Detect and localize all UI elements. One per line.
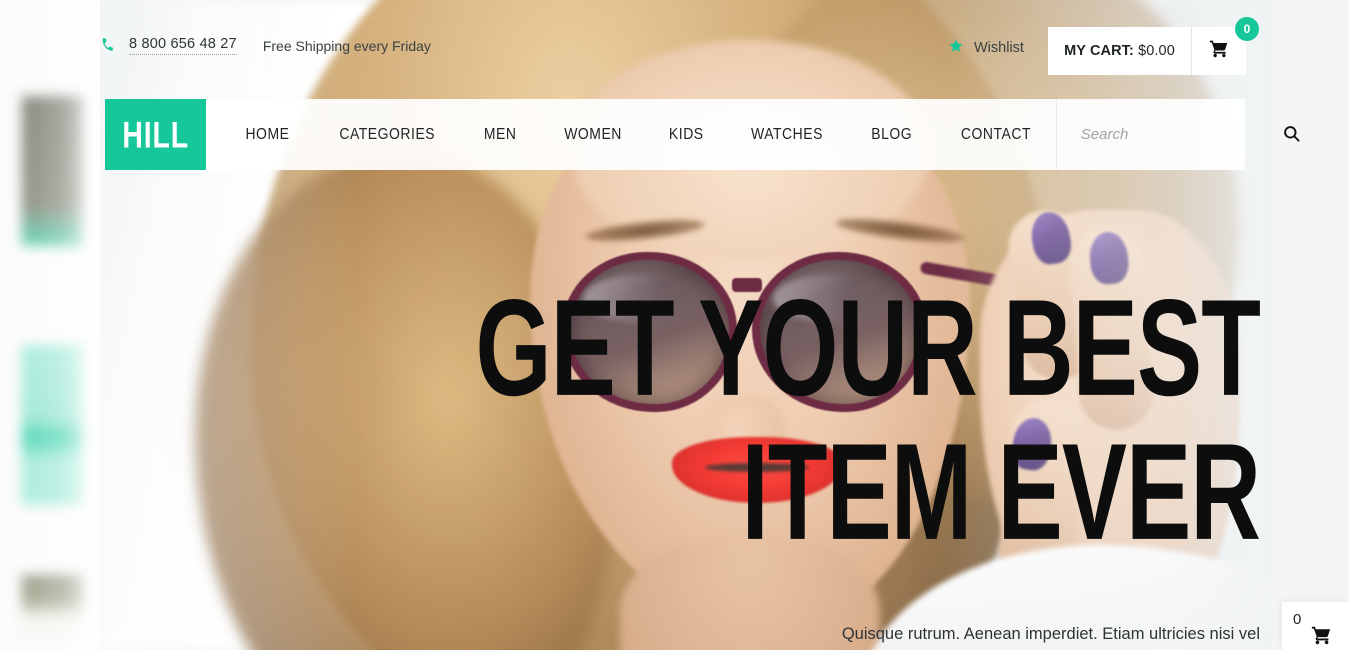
- topbar-contact-group: 8 800 656 48 27 Free Shipping every Frid…: [100, 36, 431, 55]
- shopping-cart-icon: [1311, 624, 1333, 650]
- hero-headline-line-2: ITEM EVER: [741, 415, 1261, 570]
- top-utility-bar: 8 800 656 48 27 Free Shipping every Frid…: [0, 0, 1349, 96]
- nav-item-men[interactable]: MEN: [465, 126, 535, 144]
- hero-headline-line-1: GET YOUR BEST: [475, 272, 1261, 426]
- shopping-cart-icon: [1209, 38, 1230, 64]
- search-icon: [1282, 124, 1301, 146]
- cart-count-badge: 0: [1235, 17, 1259, 41]
- wishlist-link[interactable]: Wishlist: [948, 38, 1024, 58]
- logo-text: HILL: [122, 113, 189, 155]
- main-menu: HOME CATEGORIES MEN WOMEN KIDS WATCHES B…: [206, 99, 1056, 170]
- hero-headline-block: GET YOUR BEST ITEM EVER: [0, 280, 1272, 561]
- nav-item-kids[interactable]: KIDS: [650, 126, 723, 144]
- floating-cart-count: 0: [1293, 611, 1302, 628]
- search-container: [1055, 99, 1322, 170]
- search-button[interactable]: [1282, 122, 1302, 148]
- site-logo[interactable]: HILL: [105, 99, 206, 170]
- shipping-note: Free Shipping every Friday: [262, 37, 431, 54]
- mini-cart[interactable]: MY CART: $0.00: [1048, 27, 1246, 75]
- phone-number[interactable]: 8 800 656 48 27: [129, 36, 237, 55]
- nav-item-blog[interactable]: BLOG: [853, 126, 932, 144]
- cart-total-label: MY CART: $0.00: [1048, 43, 1191, 59]
- search-input[interactable]: [1080, 126, 1282, 143]
- main-navigation-bar: HILL HOME CATEGORIES MEN WOMEN KIDS WATC…: [105, 99, 1300, 170]
- star-icon: [948, 38, 964, 58]
- nav-item-women[interactable]: WOMEN: [545, 126, 641, 144]
- nav-item-watches[interactable]: WATCHES: [732, 126, 842, 144]
- cart-amount: $0.00: [1138, 43, 1175, 59]
- nav-item-contact[interactable]: CONTACT: [942, 126, 1050, 144]
- nav-item-home[interactable]: HOME: [227, 126, 309, 144]
- hero-subtitle: Quisque rutrum. Aenean imperdiet. Etiam …: [841, 625, 1260, 643]
- page-root: 8 800 656 48 27 Free Shipping every Frid…: [0, 0, 1349, 650]
- floating-cart-widget[interactable]: 0: [1282, 602, 1349, 650]
- cart-label-text: MY CART:: [1064, 43, 1134, 59]
- wishlist-label: Wishlist: [974, 40, 1024, 56]
- phone-icon: [99, 36, 116, 56]
- nav-item-categories[interactable]: CATEGORIES: [320, 126, 454, 144]
